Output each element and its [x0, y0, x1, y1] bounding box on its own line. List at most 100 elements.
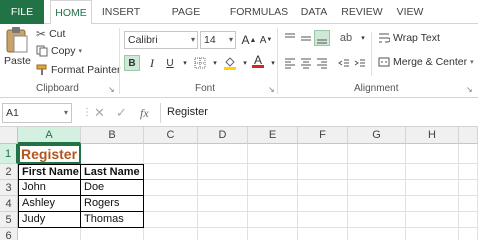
merge-center-button[interactable]: Merge & Center ▾: [378, 56, 474, 68]
italic-button[interactable]: I: [144, 55, 160, 71]
empty-cell[interactable]: [248, 228, 298, 240]
empty-cell[interactable]: [144, 180, 198, 196]
enter-icon[interactable]: ✓: [116, 103, 127, 123]
select-all-corner[interactable]: [0, 127, 18, 144]
font-color-button[interactable]: A: [250, 53, 266, 69]
empty-cell[interactable]: [348, 196, 406, 212]
shrink-font-button[interactable]: A ▼: [258, 32, 274, 48]
column-header-h[interactable]: H: [406, 127, 459, 144]
empty-cell[interactable]: [298, 180, 348, 196]
clipboard-launcher-icon[interactable]: ↘: [108, 85, 115, 94]
empty-cell[interactable]: [406, 164, 459, 180]
align-right-button[interactable]: [314, 55, 330, 71]
copy-button[interactable]: Copy ▾: [36, 45, 82, 57]
empty-cell[interactable]: [459, 228, 478, 240]
font-size-dropdown[interactable]: 14 ▾: [200, 31, 236, 49]
fill-color-button[interactable]: [222, 55, 238, 71]
empty-cell[interactable]: [144, 212, 198, 228]
row-header-2[interactable]: 2: [0, 164, 18, 180]
bold-button[interactable]: B: [124, 55, 140, 71]
cell-b4[interactable]: Rogers: [81, 196, 144, 212]
align-middle-button[interactable]: [298, 30, 314, 46]
empty-cell[interactable]: [144, 144, 198, 164]
empty-cell[interactable]: [198, 144, 248, 164]
name-box[interactable]: A1 ▾: [2, 103, 72, 123]
empty-cell[interactable]: [298, 196, 348, 212]
empty-cell[interactable]: [18, 228, 81, 240]
font-name-dropdown[interactable]: Calibri ▾: [124, 31, 198, 49]
chevron-down-icon[interactable]: ▾: [207, 55, 223, 71]
cell-a4[interactable]: Ashley: [18, 196, 81, 212]
cell-a5[interactable]: Judy: [18, 212, 81, 228]
column-header-d[interactable]: D: [198, 127, 248, 144]
orientation-button[interactable]: ab: [338, 30, 354, 46]
empty-cell[interactable]: [348, 164, 406, 180]
borders-button[interactable]: [192, 55, 208, 71]
align-top-button[interactable]: [282, 30, 298, 46]
row-header-4[interactable]: 4: [0, 196, 18, 212]
empty-cell[interactable]: [348, 180, 406, 196]
row-header-1[interactable]: 1: [0, 144, 18, 164]
cell-a3[interactable]: John: [18, 180, 81, 196]
empty-cell[interactable]: [298, 212, 348, 228]
column-header-c[interactable]: C: [144, 127, 198, 144]
align-left-button[interactable]: [282, 55, 298, 71]
chevron-down-icon[interactable]: ▾: [265, 55, 281, 71]
empty-cell[interactable]: [459, 196, 478, 212]
underline-button[interactable]: U: [162, 55, 178, 71]
empty-cell[interactable]: [248, 164, 298, 180]
empty-cell[interactable]: [144, 196, 198, 212]
increase-indent-button[interactable]: [352, 55, 368, 71]
empty-cell[interactable]: [406, 212, 459, 228]
font-launcher-icon[interactable]: ↘: [268, 85, 275, 94]
align-bottom-button[interactable]: [314, 30, 330, 46]
empty-cell[interactable]: [348, 144, 406, 164]
chevron-down-icon[interactable]: ▾: [177, 55, 193, 71]
row-header-6[interactable]: 6: [0, 228, 18, 240]
empty-cell[interactable]: [298, 144, 348, 164]
column-header-f[interactable]: F: [298, 127, 348, 144]
tab-review[interactable]: REVIEW: [338, 0, 386, 24]
empty-cell[interactable]: [459, 164, 478, 180]
format-painter-button[interactable]: Format Painter: [36, 64, 120, 76]
row-header-5[interactable]: 5: [0, 212, 18, 228]
cell-b3[interactable]: Doe: [81, 180, 144, 196]
grow-font-button[interactable]: A ▲: [241, 32, 257, 48]
empty-cell[interactable]: [248, 212, 298, 228]
cell-b5[interactable]: Thomas: [81, 212, 144, 228]
empty-cell[interactable]: [348, 212, 406, 228]
tab-file[interactable]: FILE: [0, 0, 44, 24]
empty-cell[interactable]: [248, 196, 298, 212]
tab-formulas[interactable]: FORMULAS: [228, 0, 290, 24]
tab-insert[interactable]: INSERT: [98, 0, 144, 24]
empty-cell[interactable]: [406, 228, 459, 240]
row-header-3[interactable]: 3: [0, 180, 18, 196]
empty-cell[interactable]: [459, 212, 478, 228]
tab-home[interactable]: HOME: [50, 0, 92, 25]
empty-cell[interactable]: [298, 164, 348, 180]
empty-cell[interactable]: [348, 228, 406, 240]
empty-cell[interactable]: [81, 144, 144, 164]
column-header-a[interactable]: A: [18, 127, 81, 144]
insert-function-icon[interactable]: fx: [140, 103, 149, 123]
cell-a1[interactable]: Register: [18, 144, 81, 164]
tab-data[interactable]: DATA: [296, 0, 332, 24]
decrease-indent-button[interactable]: [336, 55, 352, 71]
formula-input[interactable]: Register: [160, 103, 476, 123]
wrap-text-button[interactable]: Wrap Text: [378, 32, 440, 44]
cancel-icon[interactable]: ✕: [94, 103, 105, 123]
empty-cell[interactable]: [198, 180, 248, 196]
empty-cell[interactable]: [248, 144, 298, 164]
column-header-b[interactable]: B: [81, 127, 144, 144]
empty-cell[interactable]: [144, 228, 198, 240]
cell-b2[interactable]: Last Name: [81, 164, 144, 180]
empty-cell[interactable]: [298, 228, 348, 240]
empty-cell[interactable]: [144, 164, 198, 180]
empty-cell[interactable]: [406, 144, 459, 164]
empty-cell[interactable]: [406, 196, 459, 212]
empty-cell[interactable]: [248, 180, 298, 196]
align-center-button[interactable]: [298, 55, 314, 71]
column-header-g[interactable]: G: [348, 127, 406, 144]
cut-button[interactable]: ✂ Cut: [36, 27, 65, 41]
alignment-launcher-icon[interactable]: ↘: [466, 85, 473, 94]
